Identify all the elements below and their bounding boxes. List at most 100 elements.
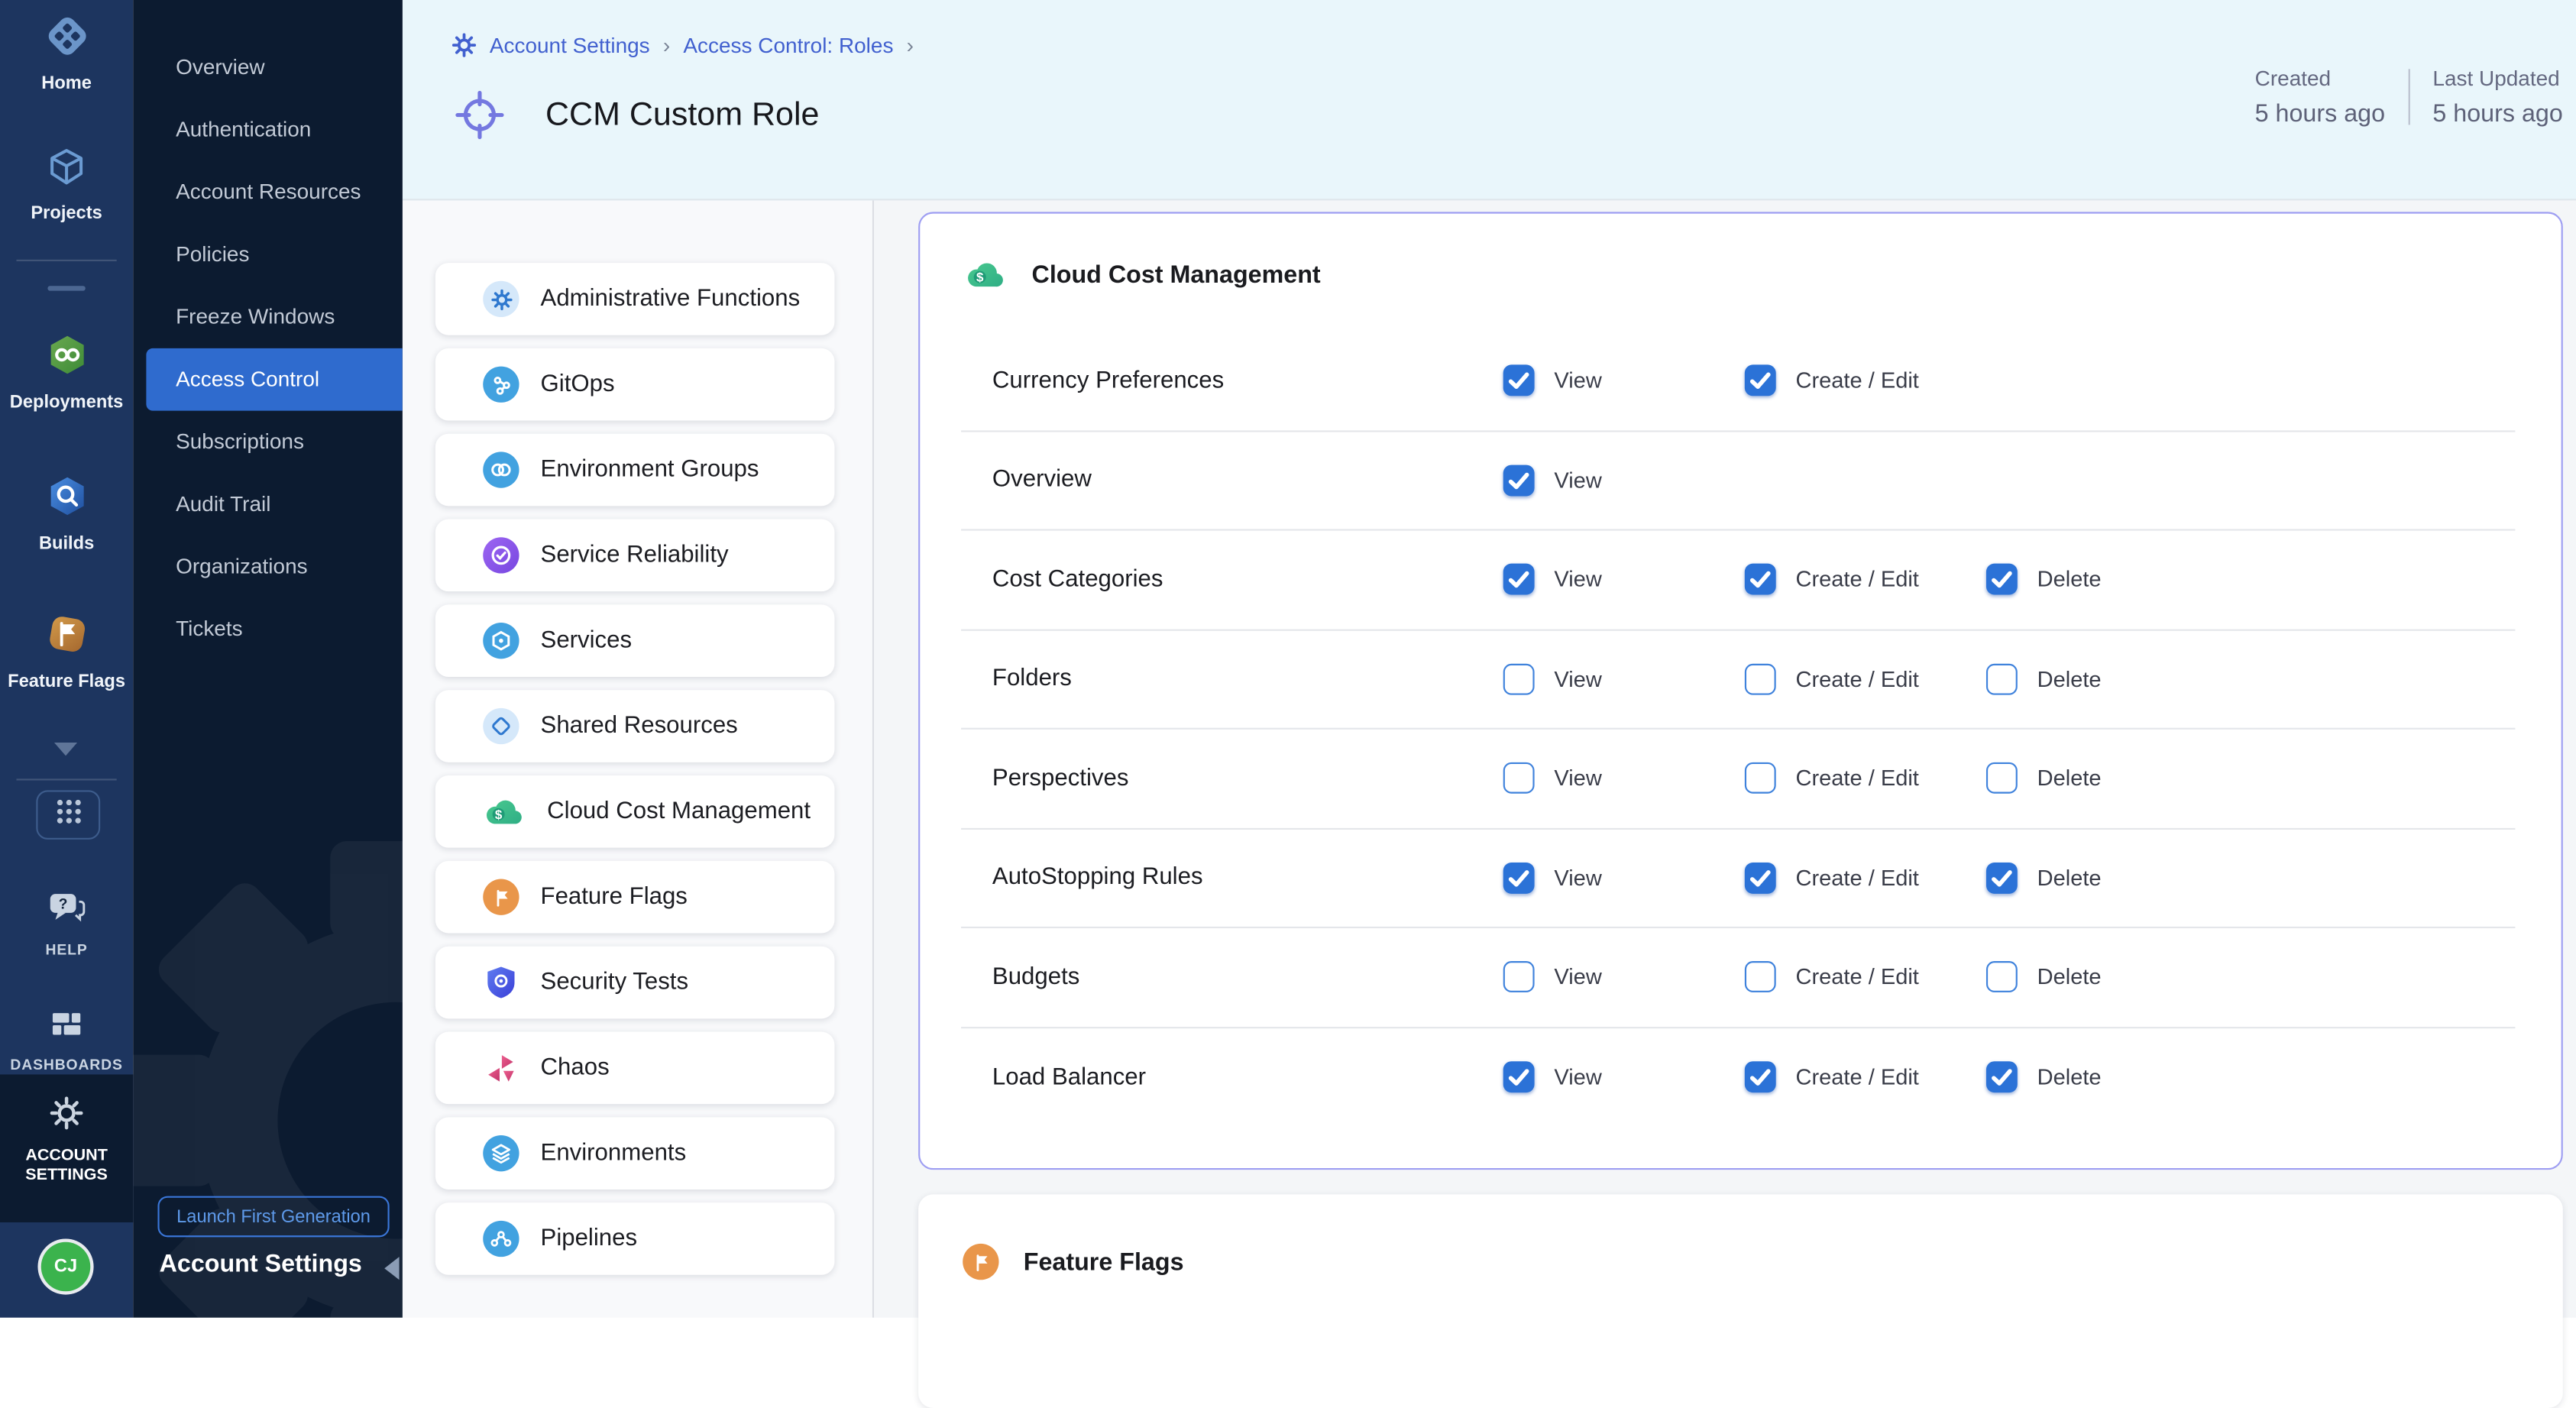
svg-text:?: ? [59,897,68,913]
resource-name: AutoStopping Rules [961,865,1503,891]
category-card-shared-resources[interactable]: Shared Resources [435,690,835,762]
nav-item-account-resources[interactable]: Account Resources [133,161,403,224]
checkbox-checked-delete[interactable] [1986,1062,2018,1093]
checkbox-checked-delete[interactable] [1986,564,2018,595]
sidebar-item-deployments[interactable]: Deployments [0,332,133,412]
category-card-cloud-cost-management[interactable]: $Cloud Cost Management [435,775,835,848]
permissions-area: $ Cloud Cost Management Currency Prefere… [874,200,2576,1317]
checkbox-unchecked-delete[interactable] [1986,962,2018,993]
sidebar-item-label: Home [41,74,92,94]
permission-cell-create_edit: Create / Edit [1745,365,1986,397]
category-card-feature-flags[interactable]: Feature Flags [435,861,835,934]
checkbox-unchecked-delete[interactable] [1986,663,2018,694]
permission-row-perspectives: PerspectivesViewCreate / EditDelete [961,730,2515,829]
nav-item-authentication[interactable]: Authentication [133,99,403,161]
checkbox-label: View [1554,965,1601,989]
category-card-gitops[interactable]: GitOps [435,348,835,421]
app-root: Home Projects Deployments Builds Feature… [0,0,2576,1318]
nav-item-access-control[interactable]: Access Control [146,348,402,411]
checkbox-label: View [1554,667,1601,691]
collapse-nav-icon[interactable] [384,1257,399,1280]
category-label: Chaos [541,1055,610,1081]
permission-cell-view: View [1503,365,1745,397]
checkbox-label: Create / Edit [1796,368,1919,393]
sidebar-item-dashboards[interactable]: DASHBOARDS [0,1008,133,1074]
gear-watermark [133,825,403,1318]
checkbox-checked-create_edit[interactable] [1745,862,1776,893]
checkbox-checked-view[interactable] [1503,464,1535,496]
page-title: CCM Custom Role [545,96,819,134]
checkbox-unchecked-create_edit[interactable] [1745,663,1776,694]
sidebar-item-label: Projects [31,204,102,224]
sidebar-item-projects[interactable]: Projects [0,144,133,223]
permission-cell-create_edit: Create / Edit [1745,663,1986,694]
sidebar-item-builds[interactable]: Builds [0,473,133,553]
breadcrumb: Account Settings › Access Control: Roles… [451,33,914,57]
gear-icon [451,33,476,57]
nav-item-tickets[interactable]: Tickets [133,598,403,661]
sidebar-item-home[interactable]: Home [0,13,133,93]
cloud-cost-icon: $ [483,794,526,830]
breadcrumb-link-account-settings[interactable]: Account Settings [490,33,650,57]
checkbox-unchecked-create_edit[interactable] [1745,962,1776,993]
checkbox-checked-view[interactable] [1503,1062,1535,1093]
category-card-administrative-functions[interactable]: Administrative Functions [435,263,835,335]
permission-cell-delete: Delete [1986,762,2515,794]
checkbox-label: Create / Edit [1796,766,1919,791]
nav-item-overview[interactable]: Overview [133,36,403,99]
nav-item-policies[interactable]: Policies [133,223,403,286]
checkbox-checked-view[interactable] [1503,862,1535,893]
permission-cell-view: View [1503,564,1745,595]
module-sidebar: Home Projects Deployments Builds Feature… [0,0,133,1318]
launch-first-generation-button[interactable]: Launch First Generation [157,1196,389,1238]
category-card-security-tests[interactable]: Security Tests [435,947,835,1019]
checkbox-unchecked-create_edit[interactable] [1745,762,1776,794]
checkbox-unchecked-delete[interactable] [1986,762,2018,794]
resource-name: Budgets [961,964,1503,990]
checkbox-checked-create_edit[interactable] [1745,365,1776,397]
category-card-service-reliability[interactable]: Service Reliability [435,520,835,592]
category-card-services[interactable]: Services [435,604,835,677]
breadcrumb-link-access-control-roles[interactable]: Access Control: Roles [683,33,893,57]
permission-cell-delete: Delete [1986,1062,2515,1093]
permission-row-folders: FoldersViewCreate / EditDelete [961,630,2515,730]
checkbox-label: View [1554,866,1601,890]
nav-footer-title: Account Settings [160,1251,362,1279]
checkbox-label: Delete [2037,866,2102,890]
category-card-chaos[interactable]: Chaos [435,1032,835,1105]
cloud-cost-icon: $ [964,256,1007,292]
checkbox-label: Delete [2037,1065,2102,1089]
nav-item-organizations[interactable]: Organizations [133,536,403,598]
builds-icon [44,473,89,527]
created-label: Created [2255,66,2385,90]
checkbox-checked-delete[interactable] [1986,862,2018,893]
nav-item-subscriptions[interactable]: Subscriptions [133,411,403,474]
permission-cell-create_edit: Create / Edit [1745,762,1986,794]
nav-item-audit-trail[interactable]: Audit Trail [133,473,403,536]
checkbox-unchecked-view[interactable] [1503,762,1535,794]
sidebar-item-feature-flags[interactable]: Feature Flags [0,611,133,691]
sidebar-item-label: ACCOUNT SETTINGS [14,1147,119,1186]
category-card-environment-groups[interactable]: Environment Groups [435,434,835,507]
services-icon [483,623,519,659]
nav-item-freeze-windows[interactable]: Freeze Windows [133,286,403,348]
permission-cell-create_edit: Create / Edit [1745,962,1986,993]
checkbox-checked-create_edit[interactable] [1745,1062,1776,1093]
category-card-environments[interactable]: Environments [435,1117,835,1190]
sidebar-item-help[interactable]: ? HELP [0,891,133,960]
checkbox-label: Delete [2037,567,2102,591]
checkbox-checked-view[interactable] [1503,365,1535,397]
sidebar-item-account-settings[interactable]: ACCOUNT SETTINGS [0,1074,133,1222]
checkbox-checked-create_edit[interactable] [1745,564,1776,595]
user-avatar[interactable]: CJ [41,1242,91,1292]
checkbox-unchecked-view[interactable] [1503,962,1535,993]
chevron-down-icon[interactable] [54,743,77,756]
section-header: Feature Flags [963,1244,2563,1280]
checkbox-unchecked-view[interactable] [1503,663,1535,694]
sidebar-item-label: Deployments [10,393,124,413]
permission-cell-view: View [1503,1062,1745,1093]
breadcrumb-separator: › [907,33,914,57]
module-picker-button[interactable] [36,790,100,840]
category-card-pipelines[interactable]: Pipelines [435,1202,835,1275]
checkbox-checked-view[interactable] [1503,564,1535,595]
